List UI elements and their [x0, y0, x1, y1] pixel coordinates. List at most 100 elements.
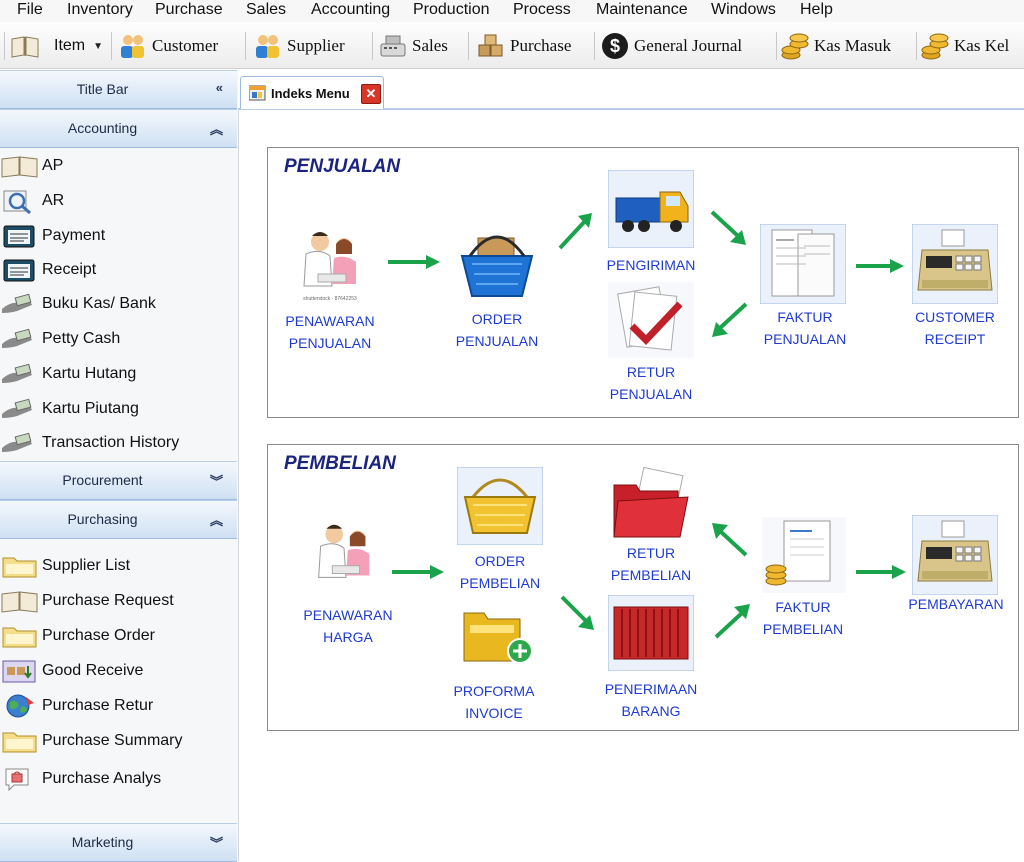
kas-keluar-button[interactable]: Kas Kel	[920, 28, 1024, 64]
pembayaran-label[interactable]: PEMBAYARAN	[898, 593, 1014, 615]
sidebar-item-buku-kas-bank[interactable]: Buku Kas/ Bank	[0, 287, 237, 321]
node-label-line: PEMBELIAN	[459, 575, 541, 591]
menu-purchase[interactable]: Purchase	[155, 0, 223, 20]
hand-money-icon	[2, 398, 32, 418]
book-icon	[11, 36, 39, 58]
node-label-line: PENJUALAN	[609, 386, 693, 402]
item-button[interactable]: Item ▼	[10, 28, 103, 64]
customer-button[interactable]: Customer	[118, 28, 218, 64]
menu-accounting[interactable]: Accounting	[311, 0, 390, 20]
penerimaan-barang-label[interactable]: PENERIMAAN BARANG	[599, 678, 703, 722]
users-icon	[121, 35, 144, 58]
sidebar-item-purchase-request[interactable]: Purchase Request	[0, 584, 237, 618]
retur-penjualan-label[interactable]: RETUR PENJUALAN	[599, 361, 703, 405]
basket-icon	[460, 235, 534, 297]
arrow-down-right-icon	[560, 595, 594, 630]
menu-file[interactable]: File	[17, 0, 43, 20]
folder-icon	[2, 557, 37, 578]
chevron-double-down-icon[interactable]: ︾	[210, 471, 223, 490]
node-label-line: PENJUALAN	[288, 335, 372, 351]
penawaran-harga-label[interactable]: PENAWARAN HARGA	[296, 604, 400, 648]
menu-maintenance[interactable]: Maintenance	[596, 0, 688, 20]
sidebar: Title Bar « Accounting ︽ AP AR Payment R…	[0, 70, 239, 862]
sidebar-header-marketing[interactable]: Marketing ︾	[0, 823, 237, 862]
clipboard-icon	[3, 259, 35, 282]
pengiriman-label[interactable]: PENGIRIMAN	[599, 254, 703, 276]
supplier-button[interactable]: Supplier	[253, 28, 345, 64]
menu-production[interactable]: Production	[413, 0, 490, 20]
sidebar-header-label: Accounting	[67, 120, 138, 136]
sidebar-item-purchase-order[interactable]: Purchase Order	[0, 619, 237, 653]
node-label-line: PENJUALAN	[763, 331, 847, 347]
menu-windows[interactable]: Windows	[711, 0, 776, 20]
retur-pembelian-label[interactable]: RETUR PEMBELIAN	[599, 542, 703, 586]
sales-button[interactable]: Sales	[378, 28, 448, 64]
chevron-double-up-icon[interactable]: ︽	[210, 510, 223, 529]
sidebar-item-label: Petty Cash	[42, 330, 121, 347]
sidebar-header-title-bar[interactable]: Title Bar «	[0, 70, 237, 109]
sidebar-header-procurement[interactable]: Procurement ︾	[0, 461, 237, 500]
sidebar-item-label: Supplier List	[42, 557, 131, 574]
people-meeting-icon	[318, 524, 370, 578]
sidebar-item-receipt[interactable]: Receipt	[0, 253, 237, 287]
folder-icon	[2, 732, 37, 753]
goods-receive-icon	[2, 660, 36, 683]
general-journal-label: General Journal	[634, 36, 743, 55]
toolbar-separator	[245, 32, 246, 60]
general-journal-button[interactable]: $ General Journal	[600, 28, 742, 64]
close-icon[interactable]: ✕	[361, 84, 381, 104]
pembelian-panel: PEMBELIAN PENAWARAN HARGA ORDER PEMBELIA…	[267, 444, 1019, 731]
chevron-double-left-icon[interactable]: «	[216, 80, 223, 95]
order-penjualan-label[interactable]: ORDER PENJUALAN	[445, 308, 549, 352]
cash-register-icon	[380, 35, 406, 57]
tab-indeks-menu[interactable]: Indeks Menu ✕	[240, 76, 384, 109]
menu-help[interactable]: Help	[800, 0, 833, 20]
purchase-button[interactable]: Purchase	[476, 28, 571, 64]
customer-receipt-label[interactable]: CUSTOMER RECEIPT	[903, 306, 1007, 350]
arrow-right-icon	[856, 565, 906, 579]
cash-register-icon	[912, 224, 998, 304]
dollar-icon: $	[602, 33, 628, 59]
sales-label: Sales	[412, 36, 448, 55]
sidebar-item-label: Receipt	[42, 261, 97, 278]
kas-masuk-label: Kas Masuk	[814, 36, 891, 55]
sidebar-item-label: AR	[42, 192, 65, 209]
node-label-line: FAKTUR	[777, 309, 833, 325]
penawaran-penjualan-label[interactable]: PENAWARAN PENJUALAN	[278, 310, 382, 354]
sidebar-item-supplier-list[interactable]: Supplier List	[0, 549, 237, 583]
sidebar-item-transaction-history[interactable]: Transaction History	[0, 426, 237, 460]
sidebar-item-purchase-summary[interactable]: Purchase Summary	[0, 724, 237, 758]
faktur-penjualan-label[interactable]: FAKTUR PENJUALAN	[753, 306, 857, 350]
sidebar-item-payment[interactable]: Payment	[0, 219, 237, 253]
sidebar-item-kartu-hutang[interactable]: Kartu Hutang	[0, 357, 237, 391]
proforma-invoice-label[interactable]: PROFORMA INVOICE	[442, 680, 546, 724]
sidebar-item-petty-cash[interactable]: Petty Cash	[0, 322, 237, 356]
sidebar-item-ar[interactable]: AR	[0, 184, 237, 218]
menu-process[interactable]: Process	[513, 0, 571, 20]
sidebar-header-label: Purchasing	[67, 511, 138, 527]
red-folder-icon	[613, 467, 689, 538]
order-pembelian-label[interactable]: ORDER PEMBELIAN	[448, 550, 552, 594]
chevron-double-down-icon[interactable]: ︾	[210, 833, 223, 852]
sidebar-item-ap[interactable]: AP	[0, 149, 237, 183]
sidebar-item-label: Kartu Hutang	[42, 365, 137, 382]
sidebar-header-accounting[interactable]: Accounting ︽	[0, 109, 237, 148]
sidebar-item-label: Purchase Analys	[42, 770, 162, 787]
faktur-pembelian-label[interactable]: FAKTUR PEMBELIAN	[751, 596, 855, 640]
sidebar-item-purchase-analys[interactable]: Purchase Analys	[0, 762, 237, 796]
kas-masuk-button[interactable]: Kas Masuk	[780, 28, 891, 64]
chevron-double-up-icon[interactable]: ︽	[210, 119, 223, 138]
sidebar-header-purchasing[interactable]: Purchasing ︽	[0, 500, 237, 539]
tab-label: Indeks Menu	[271, 86, 350, 101]
sidebar-item-kartu-piutang[interactable]: Kartu Piutang	[0, 392, 237, 426]
sidebar-item-purchase-retur[interactable]: Purchase Retur	[0, 689, 237, 723]
book-icon	[1, 591, 38, 613]
toolbar-separator	[594, 32, 595, 60]
invoice-coins-icon	[762, 517, 846, 593]
node-label-line: PENAWARAN	[285, 313, 375, 329]
sidebar-item-good-receive[interactable]: Good Receive	[0, 654, 237, 688]
menu-inventory[interactable]: Inventory	[67, 0, 133, 20]
coins-icon	[921, 33, 949, 60]
node-label-line: PENAWARAN	[303, 607, 393, 623]
menu-sales[interactable]: Sales	[246, 0, 286, 20]
